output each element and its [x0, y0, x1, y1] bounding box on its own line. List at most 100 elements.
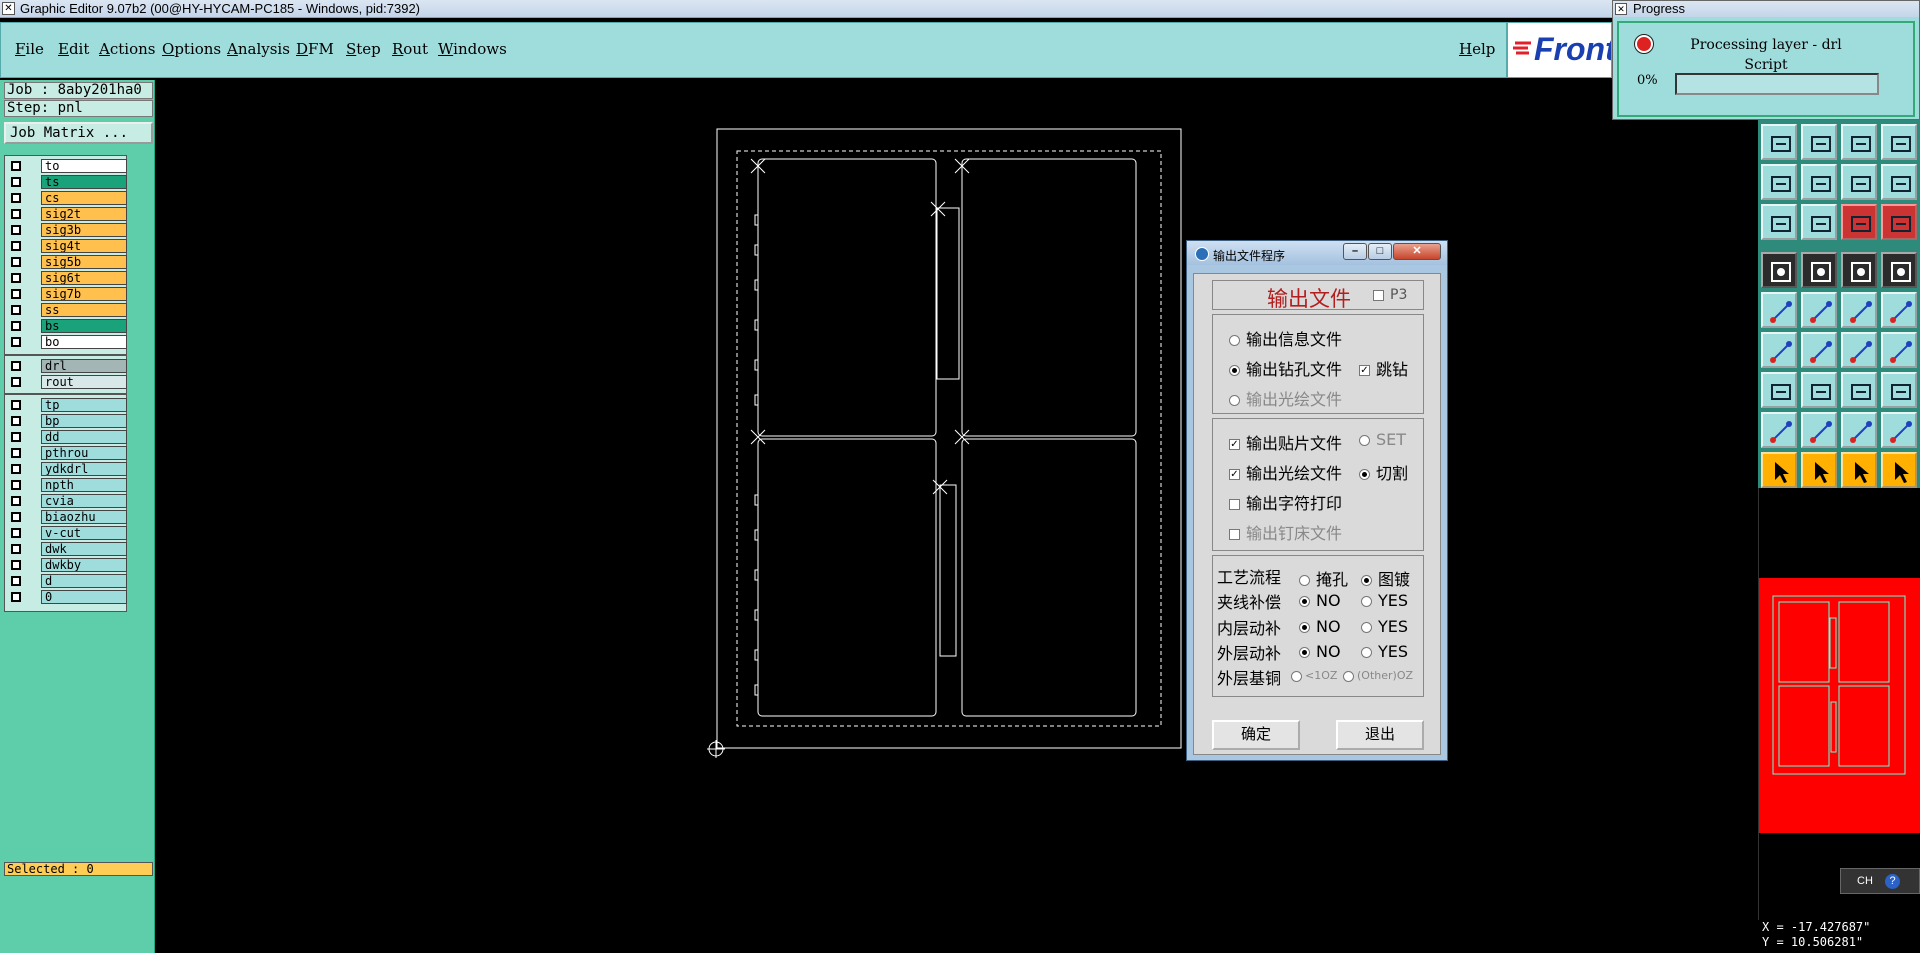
pointer-zoom-icon[interactable] [1841, 452, 1877, 488]
layer-checkbox[interactable] [11, 480, 21, 490]
layer-name[interactable]: sig4t [41, 239, 127, 253]
delete-node-icon[interactable] [1801, 292, 1837, 328]
layer-checkbox[interactable] [11, 576, 21, 586]
ruler-icon[interactable] [1841, 252, 1877, 288]
layer-checkbox[interactable] [11, 512, 21, 522]
layer-name[interactable]: dwkby [41, 558, 127, 572]
menu-help[interactable]: Help [1459, 40, 1495, 58]
arc-icon[interactable] [1841, 332, 1877, 368]
layer-checkbox[interactable] [11, 544, 21, 554]
waiceng-yes[interactable]: YES [1361, 642, 1408, 661]
layer-name[interactable]: sig7b [41, 287, 127, 301]
cluster-icon[interactable] [1881, 372, 1917, 408]
opt-info-file[interactable]: 输出信息文件 [1229, 326, 1342, 350]
zoom-back-icon[interactable] [1841, 124, 1877, 160]
layer-name[interactable]: 0 [41, 590, 127, 604]
waiceng-no[interactable]: NO [1299, 642, 1341, 661]
layer-row[interactable]: ydkdrl [5, 461, 127, 477]
layer-checkbox[interactable] [11, 496, 21, 506]
opt-pattern-plating[interactable]: 图镀 [1361, 566, 1410, 590]
layer-checkbox[interactable] [11, 400, 21, 410]
ok-button[interactable]: 确定 [1212, 720, 1300, 750]
layer-name[interactable]: bs [41, 319, 127, 333]
opt-skip-drill[interactable]: ✓ 跳钻 [1359, 356, 1408, 380]
layer-row[interactable]: biaozhu [5, 509, 127, 525]
zoom-out-icon[interactable] [1801, 124, 1837, 160]
layer-name[interactable]: ydkdrl [41, 462, 127, 476]
layer-row[interactable]: sig3b [5, 222, 127, 238]
dot-icon[interactable] [1881, 252, 1917, 288]
layer-swap-icon[interactable] [1881, 204, 1917, 240]
layer-checkbox[interactable] [11, 161, 21, 171]
layer-row[interactable]: d [5, 573, 127, 589]
menu-windows[interactable]: Windows [438, 40, 507, 58]
scale-1-2-icon[interactable] [1841, 164, 1877, 200]
layer-checkbox[interactable] [11, 321, 21, 331]
layer-name[interactable]: sig6t [41, 271, 127, 285]
dimension-icon[interactable] [1841, 372, 1877, 408]
layer-name[interactable]: sig2t [41, 207, 127, 221]
layer-checkbox[interactable] [11, 528, 21, 538]
menu-options[interactable]: Options [162, 40, 221, 58]
layer-name[interactable]: cs [41, 191, 127, 205]
layer-row[interactable]: sig5b [5, 254, 127, 270]
shape-edit-icon[interactable] [1881, 412, 1917, 448]
menu-file[interactable]: File [15, 40, 44, 58]
angle-icon[interactable] [1801, 412, 1837, 448]
layer-name[interactable]: d [41, 574, 127, 588]
copper-other[interactable]: (Other)OZ [1343, 669, 1413, 682]
layer-row[interactable]: v-cut [5, 525, 127, 541]
layer-color-icon[interactable] [1841, 204, 1877, 240]
layer-row[interactable]: drl [5, 358, 127, 374]
snap-icon[interactable] [1881, 124, 1917, 160]
layer-row[interactable]: 0 [5, 589, 127, 605]
layer-row[interactable]: dwk [5, 541, 127, 557]
layer-name[interactable]: to [41, 159, 127, 173]
layer-checkbox[interactable] [11, 432, 21, 442]
grid-icon[interactable] [1801, 204, 1837, 240]
triangle-icon[interactable] [1761, 412, 1797, 448]
fit-all-icon[interactable] [1761, 164, 1797, 200]
pointer-select-icon[interactable] [1801, 452, 1837, 488]
neiceng-yes[interactable]: YES [1361, 617, 1408, 636]
layer-name[interactable]: v-cut [41, 526, 127, 540]
layer-name[interactable]: npth [41, 478, 127, 492]
minimize-button[interactable]: – [1343, 243, 1367, 260]
graphic-canvas[interactable] [155, 80, 1758, 953]
opt-gerber-file[interactable]: 输出光绘文件 [1229, 386, 1342, 410]
camera-icon[interactable] [1761, 252, 1797, 288]
layer-row[interactable]: dd [5, 429, 127, 445]
layer-checkbox[interactable] [11, 257, 21, 267]
layer-checkbox[interactable] [11, 209, 21, 219]
arch-icon[interactable] [1841, 412, 1877, 448]
menu-actions[interactable]: Actions [99, 40, 155, 58]
select-box-icon[interactable] [1761, 372, 1797, 408]
exit-button[interactable]: 退出 [1336, 720, 1424, 750]
mirror-icon[interactable] [1881, 332, 1917, 368]
measure-icon[interactable] [1761, 204, 1797, 240]
layer-row[interactable]: ss [5, 302, 127, 318]
opt-tenting[interactable]: 掩孔 [1299, 566, 1348, 590]
layer-row[interactable]: cvia [5, 493, 127, 509]
layer-checkbox[interactable] [11, 177, 21, 187]
node-add-icon[interactable] [1841, 292, 1877, 328]
layer-row[interactable]: sig2t [5, 206, 127, 222]
layer-checkbox[interactable] [11, 560, 21, 570]
layer-row[interactable]: dwkby [5, 557, 127, 573]
layer-name[interactable]: bp [41, 414, 127, 428]
layer-checkbox[interactable] [11, 273, 21, 283]
layer-checkbox[interactable] [11, 361, 21, 371]
layer-checkbox[interactable] [11, 448, 21, 458]
route-icon[interactable] [1881, 452, 1917, 488]
layer-checkbox[interactable] [11, 305, 21, 315]
opt-char-print[interactable]: 输出字符打印 [1229, 490, 1342, 514]
layer-name[interactable]: bo [41, 335, 127, 349]
slash-icon[interactable] [1801, 332, 1837, 368]
layer-row[interactable]: sig6t [5, 270, 127, 286]
layer-checkbox[interactable] [11, 337, 21, 347]
layer-row[interactable]: pthrou [5, 445, 127, 461]
line-minus-icon[interactable] [1801, 372, 1837, 408]
menu-analysis[interactable]: Analysis [227, 40, 290, 58]
layer-checkbox[interactable] [11, 289, 21, 299]
layer-row[interactable]: ts [5, 174, 127, 190]
